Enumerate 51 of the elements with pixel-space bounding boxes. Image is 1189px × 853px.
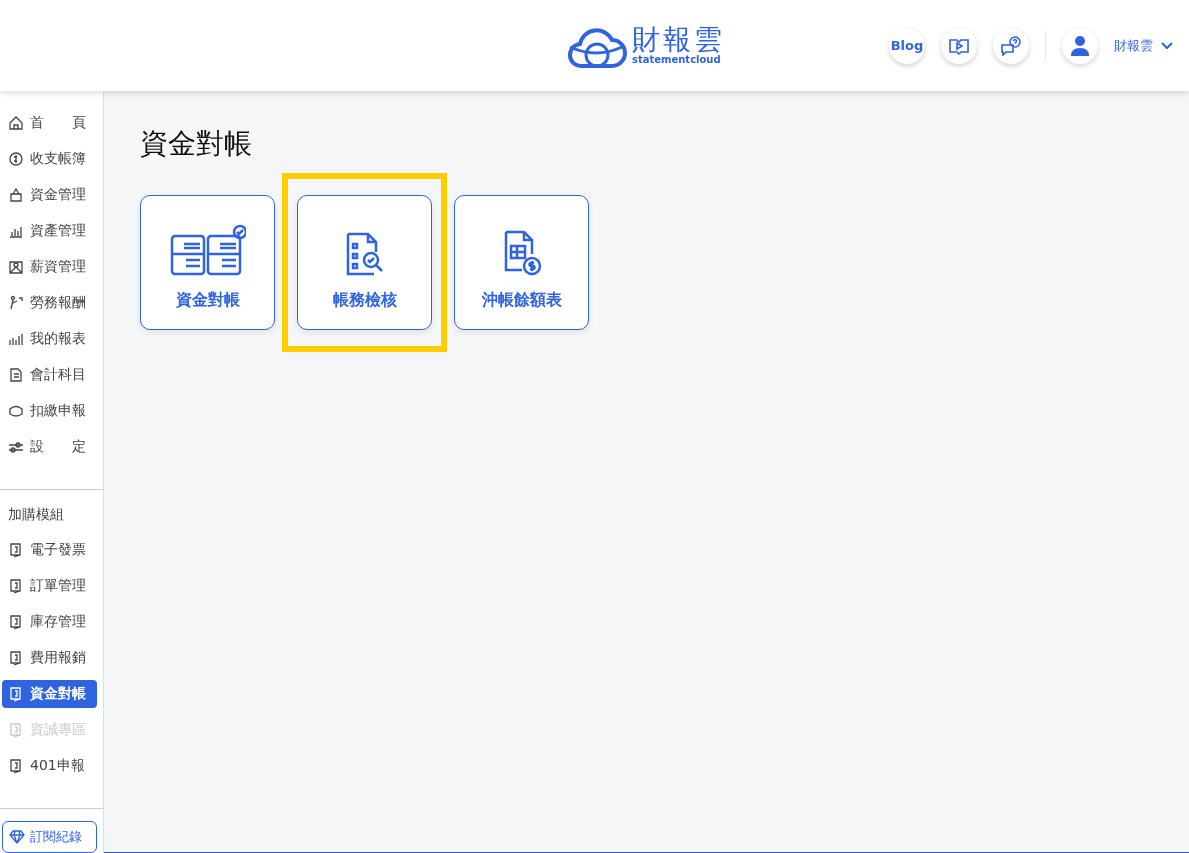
logo-tagline: statementcloud xyxy=(632,54,722,65)
sidebar-item[interactable]: 資金管理 xyxy=(2,181,97,209)
menu-item-icon xyxy=(8,331,24,347)
section-heading: 加購模組 xyxy=(7,505,65,524)
video-guide-button[interactable] xyxy=(941,27,977,64)
book-play-icon xyxy=(949,36,969,55)
sidebar-item[interactable]: 勞務報酬 xyxy=(2,289,97,317)
menu-item-icon xyxy=(8,650,24,666)
help-chat-button[interactable] xyxy=(993,27,1029,64)
logo-text: 財報雲 xyxy=(632,23,725,56)
module-card[interactable]: 資金對帳 xyxy=(140,195,275,330)
menu-item-icon xyxy=(8,722,24,738)
avatar-button[interactable] xyxy=(1062,27,1098,64)
sidebar-item[interactable]: 資產管理 xyxy=(2,217,97,245)
page-title: 資金對帳 xyxy=(140,126,253,162)
sidebar-item[interactable]: 費用報銷 xyxy=(2,644,97,672)
sidebar-item[interactable]: 401申報 xyxy=(2,752,97,780)
sidebar-item[interactable]: 設 定 xyxy=(2,433,97,461)
sidebar-item[interactable]: 會計科目 xyxy=(2,361,97,389)
menu-item-icon xyxy=(8,367,24,383)
module-card[interactable]: 帳務檢核 xyxy=(297,195,432,330)
menu-item-icon xyxy=(8,115,24,131)
menu-item-icon xyxy=(8,439,24,455)
diamond-icon xyxy=(9,830,25,844)
menu-item-icon xyxy=(8,295,24,311)
menu-item-icon xyxy=(8,403,24,419)
sidebar-item[interactable]: 首 頁 xyxy=(2,109,97,137)
chevron-down-icon xyxy=(1161,41,1173,50)
user-menu-button[interactable]: 財報雲 xyxy=(1114,36,1173,55)
sidebar-item[interactable]: 訂單管理 xyxy=(2,572,97,600)
subscription-button[interactable]: 訂閱紀錄 xyxy=(2,821,97,853)
menu-item-icon xyxy=(8,686,24,702)
sidebar-item[interactable]: 薪資管理 xyxy=(2,253,97,281)
menu-item-icon xyxy=(8,542,24,558)
menu-item-icon xyxy=(8,614,24,630)
blog-button[interactable]: Blog xyxy=(889,27,925,64)
sidebar-item[interactable]: 資金對帳 xyxy=(2,680,97,708)
sidebar-item[interactable]: 我的報表 xyxy=(2,325,97,353)
sidebar-item[interactable]: 扣繳申報 xyxy=(2,397,97,425)
chat-question-icon xyxy=(1000,35,1022,56)
menu-item-icon xyxy=(8,259,24,275)
sidebar-item[interactable]: 收支帳簿 xyxy=(2,145,97,173)
menu-item-icon xyxy=(8,578,24,594)
ledger-ab-icon xyxy=(169,224,246,276)
user-icon xyxy=(1070,34,1090,57)
sidebar-item[interactable]: 電子發票 xyxy=(2,536,97,564)
module-card[interactable]: 沖帳餘額表 xyxy=(454,195,589,330)
menu-item-icon xyxy=(8,187,24,203)
sidebar-item[interactable]: 庫存管理 xyxy=(2,608,97,636)
menu-item-icon xyxy=(8,151,24,167)
menu-item-icon xyxy=(8,758,24,774)
